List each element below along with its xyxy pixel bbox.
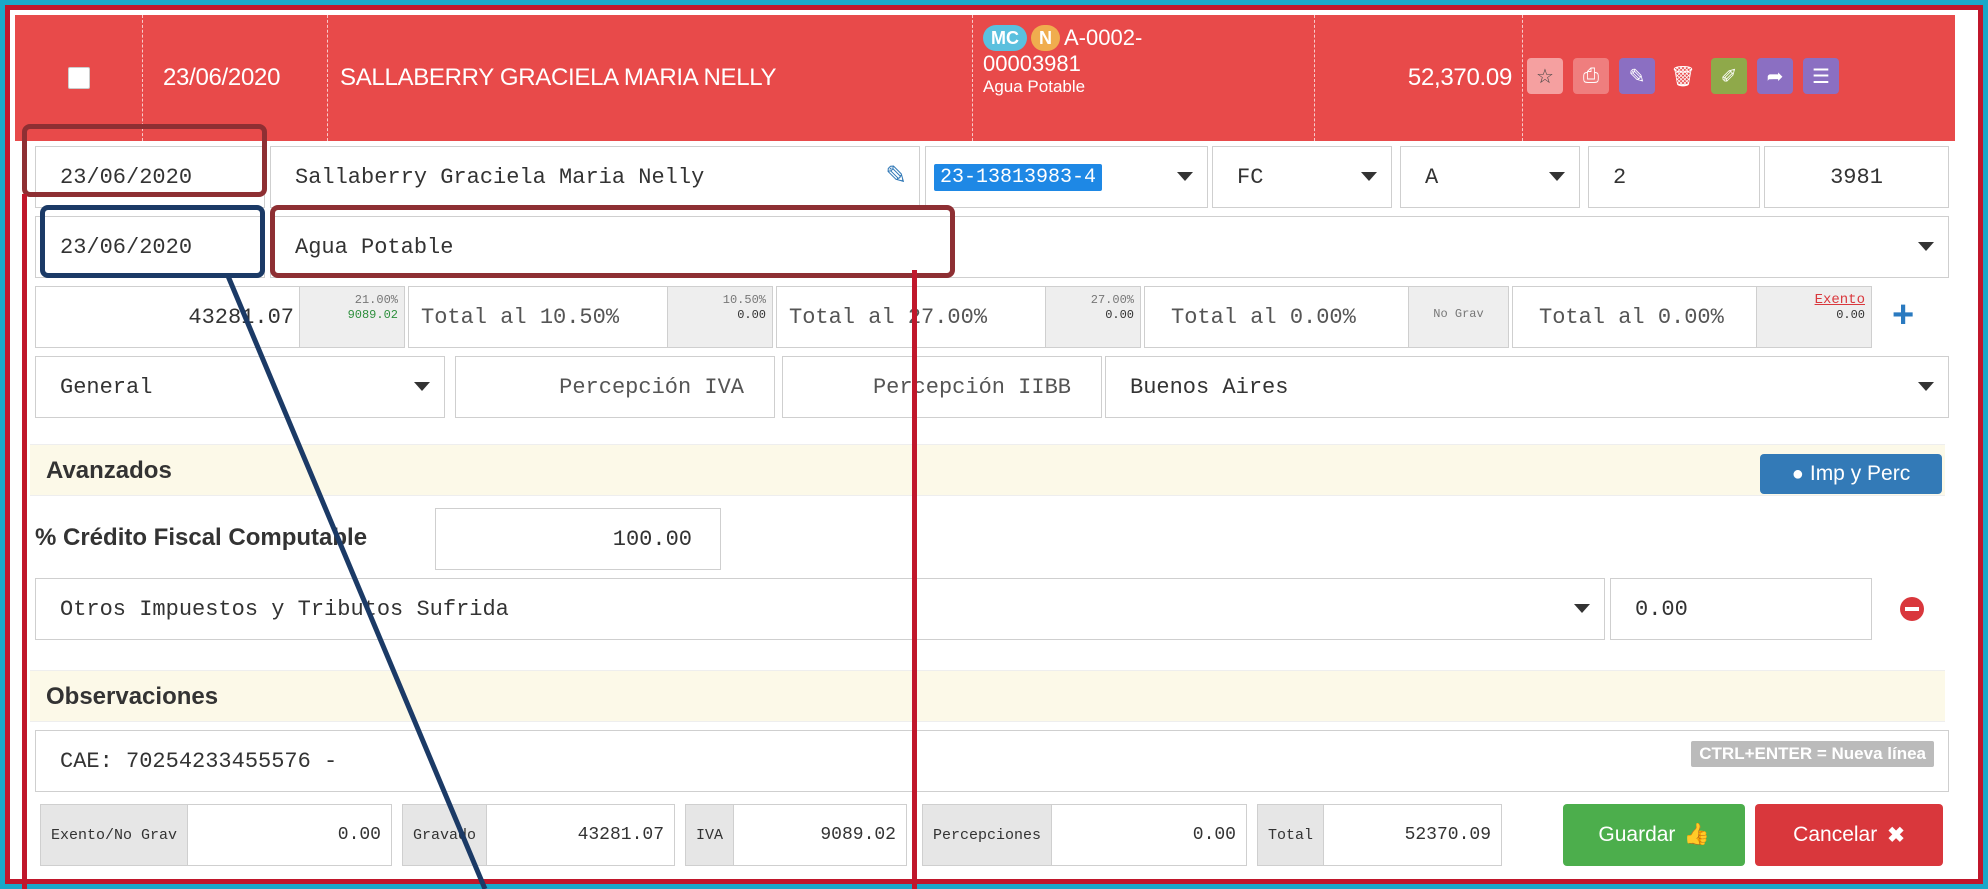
annotation-lines	[225, 275, 488, 889]
navy-pointer-line	[225, 275, 488, 889]
